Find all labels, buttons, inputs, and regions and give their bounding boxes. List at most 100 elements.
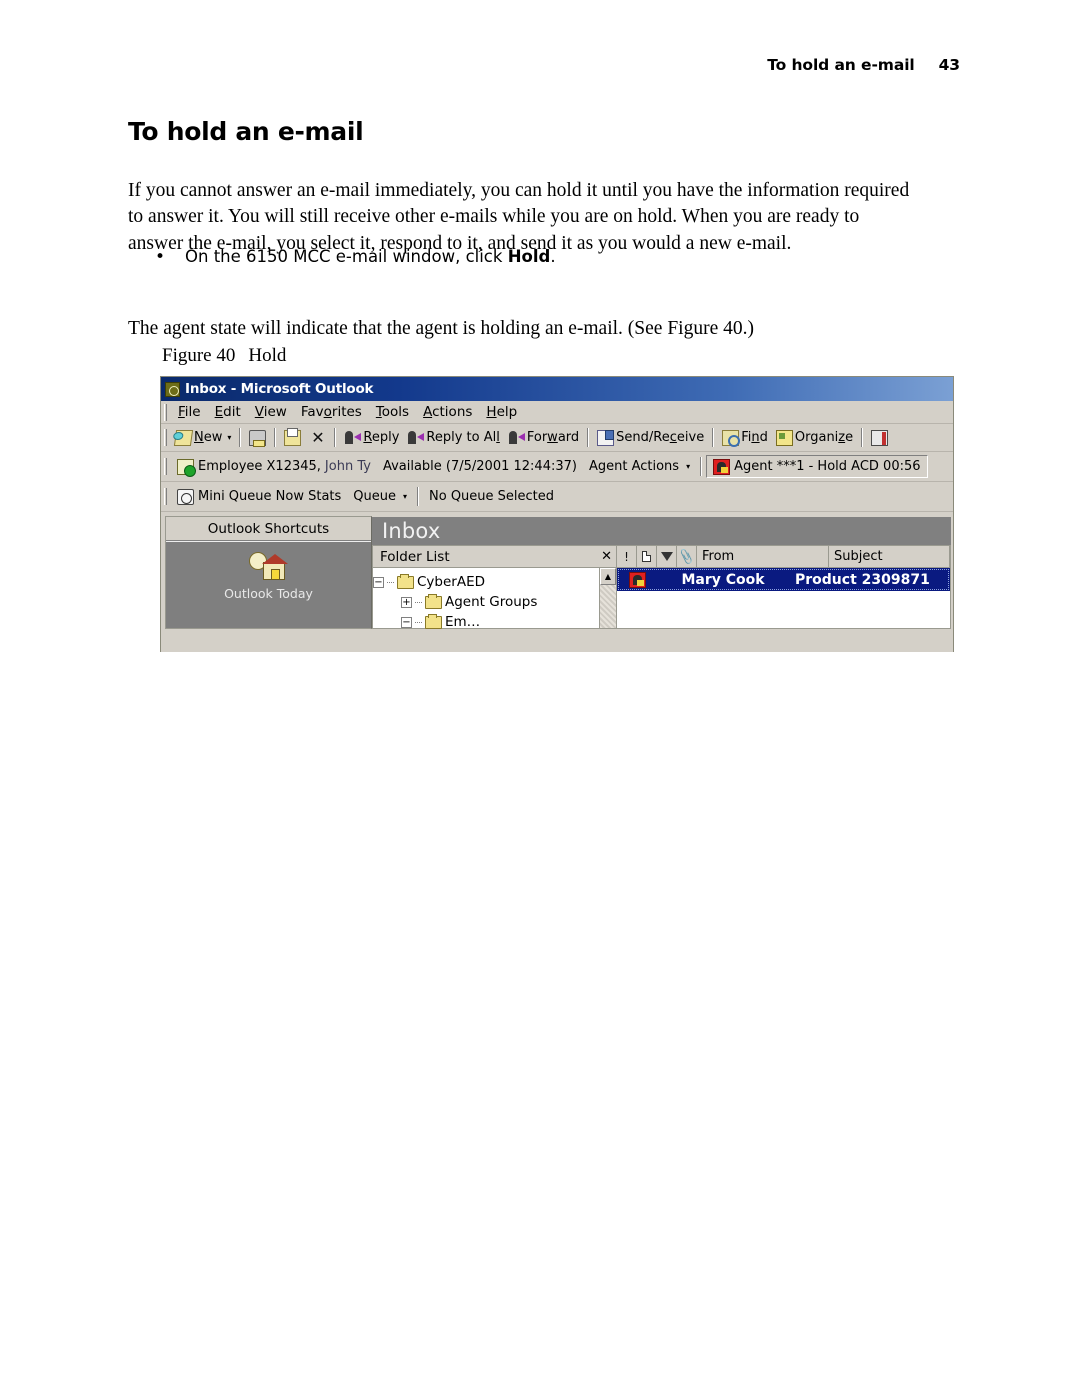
toolbar-grip[interactable] <box>164 429 167 446</box>
menu-item-file[interactable]: File <box>171 403 208 421</box>
new-button-label: New <box>194 430 223 445</box>
folder-tree: − CyberAED + Agent Groups − Em… <box>373 568 599 630</box>
shortcut-group-header[interactable]: Outlook Shortcuts <box>166 517 371 541</box>
intro-paragraph: If you cannot answer an e-mail immediate… <box>128 179 910 254</box>
folder-banner: Inbox <box>372 516 951 545</box>
new-mail-icon <box>173 429 194 446</box>
reply-all-button[interactable]: Reply to All <box>403 427 503 449</box>
agentbar-grip[interactable] <box>164 458 167 475</box>
agent-availability: Available (7/5/2001 12:44:37) <box>382 459 577 474</box>
bullet-emphasis: Hold <box>507 247 551 266</box>
collapse-icon[interactable]: − <box>401 616 412 628</box>
toolbar-separator <box>861 428 864 447</box>
figure-screenshot: Inbox - Microsoft Outlook File Edit View… <box>160 376 954 652</box>
reply-button[interactable]: Reply <box>340 427 403 449</box>
content-pane: Inbox Folder List ✕ − CyberAED + Agent G… <box>372 516 951 630</box>
reply-all-button-label: Reply to All <box>426 430 500 445</box>
shortcut-item-outlook-today[interactable]: Outlook Today <box>224 550 313 601</box>
menu-item-help[interactable]: Help <box>479 403 524 421</box>
shortcut-list: Outlook Today <box>166 541 371 628</box>
tree-connector <box>387 581 394 583</box>
delete-x-icon: ✕ <box>311 427 325 447</box>
forward-icon <box>508 430 525 446</box>
send-receive-button-label: Send/Receive <box>616 430 705 445</box>
menu-item-edit[interactable]: Edit <box>208 403 248 421</box>
column-item-type[interactable] <box>637 546 657 567</box>
find-button[interactable]: Find <box>718 427 772 449</box>
message-list-empty-area[interactable] <box>617 591 950 628</box>
table-row[interactable]: Mary Cook Product 2309871 <box>617 568 950 591</box>
forward-button[interactable]: Forward <box>504 427 583 449</box>
mini-queue-stats-label: Mini Queue Now Stats <box>198 489 342 504</box>
column-from[interactable]: From <box>697 546 829 567</box>
close-icon[interactable]: ✕ <box>601 549 612 564</box>
page-number: 43 <box>938 56 960 74</box>
toolbar-separator <box>274 428 277 447</box>
folder-icon <box>425 613 442 629</box>
tree-connector <box>415 601 422 603</box>
tree-item-partial[interactable]: − Em… <box>373 612 599 632</box>
column-subject[interactable]: Subject <box>829 546 950 567</box>
column-flag[interactable] <box>657 546 677 567</box>
find-magnifier-icon <box>722 429 741 447</box>
bullet-text-before: On the 6150 MCC e-mail window, click <box>185 247 508 266</box>
importance-icon: ! <box>624 549 629 564</box>
new-dropdown-caret[interactable]: ▾ <box>227 433 231 442</box>
figure-caption: Figure 40 Hold <box>162 345 286 367</box>
scroll-up-icon[interactable]: ▲ <box>600 568 616 585</box>
employee-identity[interactable]: Employee X12345, John Ty <box>171 455 377 478</box>
tree-item-cyberaed[interactable]: − CyberAED <box>373 572 599 592</box>
tree-item-agent-groups[interactable]: + Agent Groups <box>373 592 599 612</box>
panes-container: Folder List ✕ − CyberAED + Agent Groups … <box>372 545 951 630</box>
toolbar-separator <box>587 428 590 447</box>
folder-list-title: Folder List <box>380 548 450 565</box>
tree-item-label: Agent Groups <box>445 594 538 610</box>
menubar-grip[interactable] <box>164 403 167 421</box>
row-from: Mary Cook <box>681 571 765 588</box>
move-to-folder-button[interactable] <box>280 427 305 449</box>
flag-icon <box>660 552 673 561</box>
queuebar-separator <box>417 487 420 506</box>
agent-actions-caret[interactable]: ▾ <box>686 462 690 471</box>
folder-list-scrollbar[interactable]: ▲ <box>599 568 616 628</box>
forward-button-label: Forward <box>526 430 580 445</box>
agentbar-separator <box>700 457 703 476</box>
row-status-icon-cell <box>617 571 657 588</box>
address-book-button[interactable] <box>867 427 892 449</box>
mini-queue-stats-button[interactable]: Mini Queue Now Stats <box>171 485 347 508</box>
page-title: To hold an e-mail <box>128 117 364 146</box>
agent-status-button[interactable]: Agent ***1 - Hold ACD 00:56 <box>706 455 928 478</box>
menu-item-tools[interactable]: Tools <box>369 403 416 421</box>
menu-item-actions[interactable]: Actions <box>416 403 479 421</box>
window-titlebar: Inbox - Microsoft Outlook <box>161 377 953 401</box>
delete-button[interactable]: ✕ <box>305 427 330 449</box>
column-importance[interactable]: ! <box>617 546 637 567</box>
reply-all-icon <box>407 430 425 446</box>
message-list-pane: ! 📎 From Subject Mary Cook Product 23098… <box>617 545 951 629</box>
send-receive-button[interactable]: Send/Receive <box>593 427 708 449</box>
menu-item-favorites[interactable]: Favorites <box>294 403 369 421</box>
column-attachment[interactable]: 📎 <box>677 546 697 567</box>
tree-item-label: Em… <box>445 614 481 630</box>
queuebar-grip[interactable] <box>164 488 167 505</box>
figure-caption-label: Hold <box>248 345 287 366</box>
queue-dropdown-button[interactable]: Queue ▾ <box>347 485 413 508</box>
print-button[interactable] <box>245 427 270 449</box>
shortcut-item-label: Outlook Today <box>224 586 313 601</box>
queue-dropdown-caret[interactable]: ▾ <box>403 492 407 501</box>
bullet-marker: • <box>155 247 166 267</box>
bullet-text-after: . <box>550 247 556 266</box>
menu-item-view[interactable]: View <box>248 403 294 421</box>
collapse-icon[interactable]: − <box>373 576 384 588</box>
expand-icon[interactable]: + <box>401 596 412 608</box>
send-receive-icon <box>597 429 615 446</box>
scroll-track[interactable] <box>600 585 616 628</box>
agent-actions-button[interactable]: Agent Actions ▾ <box>583 455 696 478</box>
toolbar-separator <box>334 428 337 447</box>
organize-button[interactable]: Organize <box>772 427 857 449</box>
new-button[interactable]: New ▾ <box>171 427 235 449</box>
outlook-workspace: Outlook Shortcuts Outlook Today Inbox Fo… <box>161 512 953 630</box>
folder-list-body: − CyberAED + Agent Groups − Em… ▲ <box>373 568 616 630</box>
agent-available-icon <box>177 458 196 477</box>
printer-icon <box>249 429 267 447</box>
